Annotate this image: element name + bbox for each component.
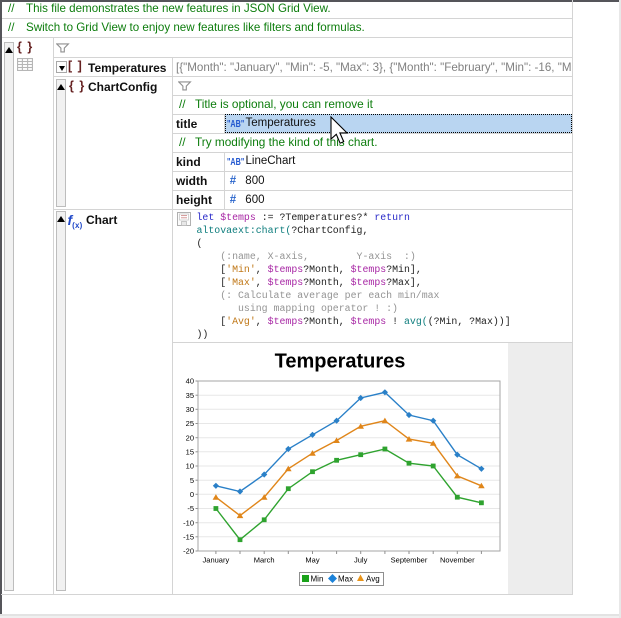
svg-text:0: 0	[190, 490, 194, 499]
svg-text:15: 15	[186, 447, 194, 456]
svg-text:Max: Max	[338, 575, 353, 584]
svg-text:30: 30	[186, 405, 194, 414]
svg-text:May: May	[305, 556, 319, 565]
svg-text:35: 35	[186, 391, 194, 400]
svg-text:July: July	[354, 556, 368, 565]
svg-text:10: 10	[186, 462, 194, 471]
svg-text:-10: -10	[183, 518, 194, 527]
svg-text:-15: -15	[183, 532, 194, 541]
svg-text:Avg: Avg	[366, 575, 380, 584]
svg-text:Temperatures: Temperatures	[275, 351, 406, 373]
svg-text:-5: -5	[187, 504, 194, 513]
svg-text:January: January	[203, 556, 230, 565]
svg-text:40: 40	[186, 377, 194, 386]
svg-text:Min: Min	[311, 575, 324, 584]
svg-text:November: November	[440, 556, 475, 565]
svg-text:20: 20	[186, 433, 194, 442]
svg-text:25: 25	[186, 419, 194, 428]
svg-text:5: 5	[190, 476, 194, 485]
svg-text:March: March	[254, 556, 275, 565]
svg-text:September: September	[391, 556, 428, 565]
svg-text:-20: -20	[183, 547, 194, 556]
